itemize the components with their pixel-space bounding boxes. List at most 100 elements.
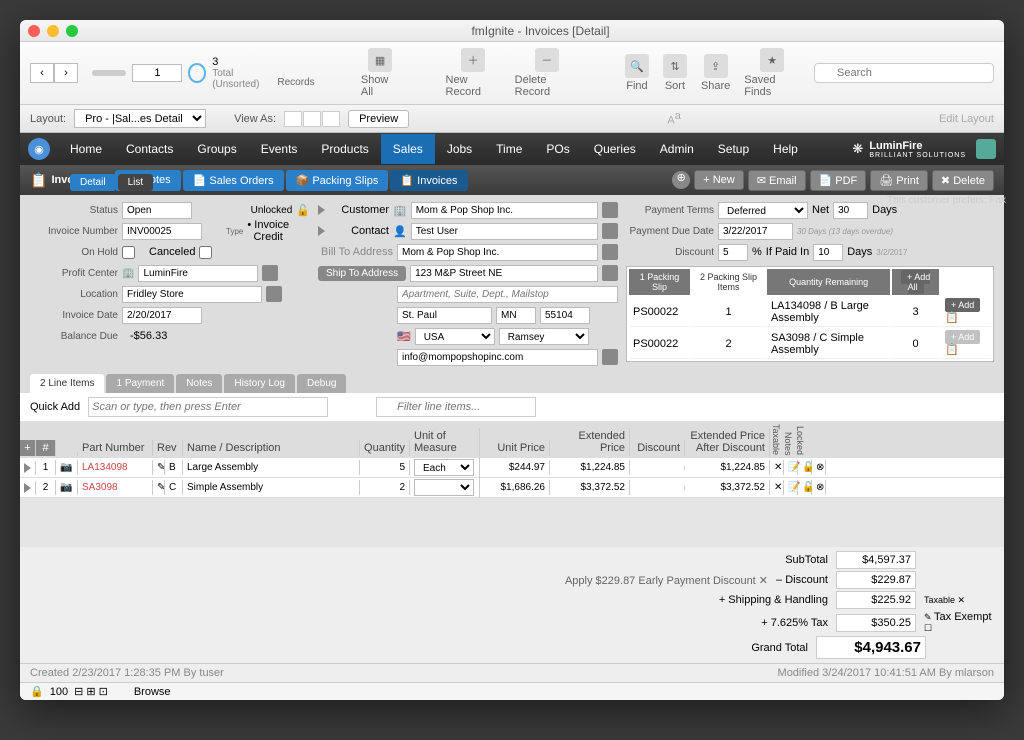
addr-suite[interactable] xyxy=(397,286,618,303)
share-button[interactable]: ⇪Share xyxy=(701,54,730,92)
menu-groups[interactable]: Groups xyxy=(185,134,248,164)
terms-select[interactable]: Deferred xyxy=(718,202,808,219)
menu-setup[interactable]: Setup xyxy=(706,134,761,164)
zoom-level[interactable]: 100 xyxy=(50,686,68,698)
addr-street[interactable] xyxy=(410,265,598,282)
delete-button[interactable]: ✖ Delete xyxy=(932,170,994,191)
add-button[interactable]: + Add xyxy=(945,298,980,312)
addr-country[interactable]: USA xyxy=(415,328,495,345)
location-field[interactable] xyxy=(122,286,262,303)
edit-icon[interactable] xyxy=(262,265,278,281)
notes-icon[interactable]: 📝 xyxy=(784,480,798,495)
view-list[interactable]: List xyxy=(118,174,154,191)
invoice-date[interactable] xyxy=(122,307,202,324)
menu-time[interactable]: Time xyxy=(484,134,534,164)
print-button[interactable]: 🖨 Print xyxy=(870,170,928,191)
add-button[interactable]: + Add xyxy=(945,330,980,344)
part-number[interactable]: SA3098 xyxy=(78,480,153,495)
shipping-amt[interactable] xyxy=(836,591,916,609)
email-icon[interactable] xyxy=(602,349,618,365)
addr-city[interactable] xyxy=(397,307,492,324)
subnav-packing-slips[interactable]: 📦 Packing Slips xyxy=(286,170,389,191)
sort-button[interactable]: ⇅Sort xyxy=(663,54,687,92)
tab-debug[interactable]: Debug xyxy=(297,374,346,393)
map-icon[interactable] xyxy=(602,265,618,281)
find-button[interactable]: 🔍Find xyxy=(625,54,649,92)
customer-field[interactable] xyxy=(411,202,598,219)
net-days[interactable] xyxy=(833,202,868,219)
new-record-button[interactable]: ＋New Record xyxy=(446,48,501,98)
pdf-button[interactable]: 📄 PDF xyxy=(810,170,867,191)
lock-icon[interactable]: 🔓 xyxy=(798,460,812,475)
new-button[interactable]: + New xyxy=(694,170,744,190)
view-table-icon[interactable] xyxy=(322,111,340,127)
profit-center[interactable] xyxy=(138,265,258,282)
search-input[interactable] xyxy=(814,63,994,83)
expand-icon[interactable] xyxy=(24,483,31,493)
close-window[interactable] xyxy=(28,25,40,37)
quickadd-input[interactable] xyxy=(88,397,328,417)
minimize-window[interactable] xyxy=(47,25,59,37)
tab-packing-items[interactable]: 2 Packing Slip Items xyxy=(692,269,765,295)
subnav-invoices[interactable]: 📋 Invoices xyxy=(390,170,467,191)
layout-select[interactable]: Pro - |Sal...es Detail xyxy=(74,109,206,128)
user-avatar-icon[interactable] xyxy=(976,139,996,159)
taxable-toggle[interactable]: ✕ xyxy=(770,480,784,495)
status-field[interactable] xyxy=(122,202,192,219)
taxable-toggle[interactable]: ✕ xyxy=(770,460,784,475)
edit-icon[interactable] xyxy=(602,223,618,239)
tab-1-payment[interactable]: 1 Payment xyxy=(106,374,174,393)
maximize-window[interactable] xyxy=(66,25,78,37)
preview-button[interactable]: Preview xyxy=(348,110,409,128)
app-logo-icon[interactable]: ◉ xyxy=(28,138,50,160)
tab-notes[interactable]: Notes xyxy=(176,374,222,393)
invoice-number[interactable] xyxy=(122,223,202,240)
arrow-icon[interactable] xyxy=(318,205,325,215)
menu-pos[interactable]: POs xyxy=(534,134,581,164)
arrow-icon[interactable] xyxy=(318,226,325,236)
nav-back[interactable]: ‹ xyxy=(30,63,54,83)
canceled-check[interactable] xyxy=(199,246,212,259)
edit-icon[interactable] xyxy=(602,202,618,218)
uom-select[interactable] xyxy=(414,479,474,496)
expand-icon[interactable] xyxy=(24,463,31,473)
edit-icon[interactable] xyxy=(266,286,282,302)
tab-history-log[interactable]: History Log xyxy=(224,374,295,393)
ship-to-button[interactable]: Ship To Address xyxy=(318,266,406,281)
menu-help[interactable]: Help xyxy=(761,134,810,164)
addr-state[interactable] xyxy=(496,307,536,324)
notes-icon[interactable]: 📝 xyxy=(784,460,798,475)
edit-layout[interactable]: Edit Layout xyxy=(939,113,994,125)
menu-jobs[interactable]: Jobs xyxy=(435,134,484,164)
part-number[interactable]: LA134098 xyxy=(78,460,153,475)
menu-events[interactable]: Events xyxy=(249,134,310,164)
email-button[interactable]: ✉ Email xyxy=(748,170,806,191)
onhold-check[interactable] xyxy=(122,246,135,259)
email-field[interactable] xyxy=(397,349,598,366)
saved-finds-button[interactable]: ★Saved Finds xyxy=(744,48,800,98)
filter-input[interactable] xyxy=(376,397,536,417)
delete-row-icon[interactable]: ⊗ xyxy=(812,460,826,475)
add-all-button[interactable]: + Add All xyxy=(901,270,930,294)
addr-company[interactable] xyxy=(397,244,598,261)
menu-home[interactable]: Home xyxy=(58,134,114,164)
tab-packing-slip[interactable]: 1 Packing Slip xyxy=(629,269,690,295)
contact-field[interactable] xyxy=(411,223,598,240)
delete-row-icon[interactable]: ⊗ xyxy=(812,480,826,495)
addr-zip[interactable] xyxy=(540,307,590,324)
lock-icon[interactable]: 🔓 xyxy=(798,480,812,495)
view-list-icon[interactable] xyxy=(303,111,321,127)
addr-county[interactable]: Ramsey xyxy=(499,328,589,345)
menu-admin[interactable]: Admin xyxy=(648,134,706,164)
delete-record-button[interactable]: －Delete Record xyxy=(515,48,579,98)
tab-2-line-items[interactable]: 2 Line Items xyxy=(30,374,104,393)
menu-contacts[interactable]: Contacts xyxy=(114,134,185,164)
menu-queries[interactable]: Queries xyxy=(582,134,648,164)
record-number[interactable] xyxy=(132,64,182,82)
show-all-button[interactable]: ▦Show All xyxy=(361,48,399,98)
qb-icon[interactable]: ⊕ xyxy=(672,171,690,189)
lock-icon[interactable]: 🔓 xyxy=(296,204,310,217)
mode-browse[interactable]: Browse xyxy=(134,686,171,698)
add-row-button[interactable]: + xyxy=(20,440,36,456)
discount-pct[interactable] xyxy=(718,244,748,261)
